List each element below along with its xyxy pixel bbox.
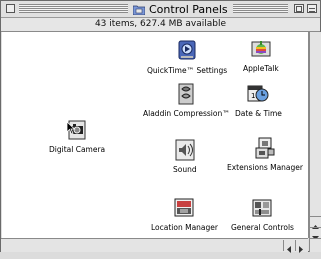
item-label: Date & Time [235,109,282,118]
window-info-bar: 43 items, 627.4 MB available [1,18,320,32]
date-time-icon: 12 [247,85,269,102]
aladdin-icon [178,83,194,105]
control-panel-aladdin-compression[interactable]: Aladdin Compression™ [143,83,230,118]
item-label: QuickTime™ Settings [147,66,228,75]
scroll-right-button[interactable] [295,240,306,253]
scroll-up-button[interactable] [310,216,321,229]
scroll-right-arrow-icon [299,246,303,253]
location-manager-icon [174,198,194,217]
close-box[interactable] [6,4,15,13]
control-panel-appletalk[interactable]: AppleTalk [243,38,279,73]
control-panel-quicktime-settings[interactable]: QuickTime™ Settings [147,40,227,75]
collapse-box[interactable] [307,4,317,13]
scroll-left-button[interactable] [283,240,294,253]
general-controls-icon [252,199,272,217]
vertical-scrollbar[interactable] [309,32,321,240]
extensions-manager-icon [255,137,275,159]
appletalk-icon [251,41,271,57]
finder-window: Control Panels 43 items, 627.4 MB availa… [0,0,321,253]
control-panels-folder-icon [133,5,145,15]
window-title-text: Control Panels [149,2,228,16]
item-label: Digital Camera [49,145,106,154]
resize-grow-box[interactable] [309,238,321,252]
quicktime-icon [178,40,196,60]
control-panel-digital-camera[interactable]: Digital Camera [49,119,105,154]
icon-view[interactable]: QuickTime™ Settings AppleTalk Aladdin Co… [2,32,309,238]
item-label: Sound [173,165,197,174]
item-label: Location Manager [151,223,218,232]
control-panel-general-controls[interactable]: General Controls [231,197,294,232]
scroll-left-arrow-icon [287,246,291,253]
item-label: Extensions Manager [227,163,303,172]
horizontal-scrollbar[interactable] [1,238,308,253]
item-label: Aladdin Compression™ [143,109,230,118]
item-label: AppleTalk [243,64,279,73]
window-title: Control Panels [128,1,233,17]
zoom-box[interactable] [294,4,304,13]
title-bar[interactable]: Control Panels [1,1,320,18]
scroll-down-button[interactable] [310,227,321,240]
control-panel-date-time[interactable]: 12 Date & Time [235,83,282,118]
item-label: General Controls [231,223,294,232]
sound-icon [175,139,195,161]
arrow-cursor-icon [66,121,76,135]
control-panel-location-manager[interactable]: Location Manager [151,197,218,232]
control-panel-extensions-manager[interactable]: Extensions Manager [227,137,303,172]
control-panel-sound[interactable]: Sound [173,139,197,174]
